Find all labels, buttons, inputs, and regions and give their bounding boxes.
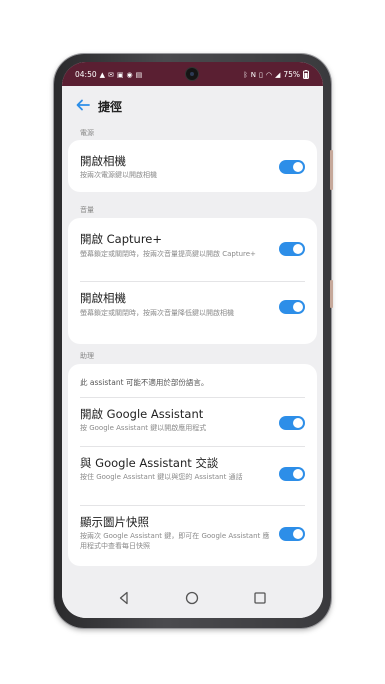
assistant-card: 此 assistant 可能不適用於部份語言。 開啟 Google Assist… [68, 364, 317, 566]
battery-percent: 75% [283, 70, 300, 79]
signal-icon: ◢ [274, 70, 281, 79]
assistant-note: 此 assistant 可能不適用於部份語言。 [80, 378, 209, 387]
page-title: 捷徑 [98, 100, 123, 114]
bluetooth-icon: ᛒ [243, 70, 248, 79]
status-time: 04:50 [75, 70, 97, 79]
back-arrow-icon[interactable] [74, 96, 92, 114]
setting-open-camera-volume[interactable]: 開啟相機 螢幕鎖定或關閉時，按兩次音量降低鍵以開啟相機 [68, 282, 317, 344]
power-button [330, 280, 333, 308]
warning-icon: ▲ [99, 70, 106, 79]
section-label-assistant: 助理 [80, 352, 94, 360]
setting-description: 按兩次電源鍵以開啟相機 [80, 171, 157, 179]
setting-show-snapshot[interactable]: 顯示圖片快照 按兩次 Google Assistant 鍵，即可在 Google… [68, 506, 317, 566]
battery-icon [303, 70, 309, 79]
app-header: 捷徑 [62, 86, 323, 126]
vibrate-icon: ▯ [258, 70, 263, 79]
status-bar: 04:50 ▲ ✉ ▣ ◉ ▤ ᛒ N ▯ ◠ ◢ 75% [62, 62, 323, 86]
setting-title: 與 Google Assistant 交談 [80, 456, 219, 470]
setting-description: 螢幕鎖定或關閉時，按兩次音量降低鍵以開啟相機 [80, 309, 234, 317]
volume-card: 開啟 Capture+ 螢幕鎖定或關閉時，按兩次音量提高鍵以開啟 Capture… [68, 218, 317, 344]
setting-open-google-assistant[interactable]: 開啟 Google Assistant 按 Google Assistant 鍵… [68, 398, 317, 446]
back-icon[interactable] [116, 590, 132, 606]
setting-description: 螢幕鎖定或關閉時，按兩次音量提高鍵以開啟 Capture+ [80, 250, 256, 258]
toggle-switch[interactable] [279, 300, 305, 314]
voicemail-icon: ▣ [116, 70, 124, 79]
screen: 04:50 ▲ ✉ ▣ ◉ ▤ ᛒ N ▯ ◠ ◢ 75% 捷徑 電源 開啟相機… [62, 62, 323, 618]
toggle-switch[interactable] [279, 467, 305, 481]
setting-open-camera-power[interactable]: 開啟相機 按兩次電源鍵以開啟相機 [68, 140, 317, 192]
toggle-switch[interactable] [279, 416, 305, 430]
toggle-switch[interactable] [279, 160, 305, 174]
message-icon: ▤ [135, 70, 143, 79]
volume-button [330, 150, 333, 190]
mail-icon: ✉ [108, 70, 114, 79]
setting-description: 按 Google Assistant 鍵以開啟應用程式 [80, 424, 207, 432]
setting-description: 按兩次 Google Assistant 鍵，即可在 Google Assist… [80, 532, 270, 550]
setting-title: 顯示圖片快照 [80, 515, 149, 529]
setting-description: 按住 Google Assistant 鍵以與您的 Assistant 通話 [80, 473, 243, 481]
setting-title: 開啟 Capture+ [80, 232, 163, 246]
section-label-power: 電源 [80, 129, 94, 137]
setting-title: 開啟 Google Assistant [80, 407, 204, 421]
home-icon[interactable] [184, 590, 200, 606]
toggle-switch[interactable] [279, 527, 305, 541]
setting-open-capture-plus[interactable]: 開啟 Capture+ 螢幕鎖定或關閉時，按兩次音量提高鍵以開啟 Capture… [68, 218, 317, 280]
section-label-volume: 音量 [80, 206, 94, 214]
recents-icon[interactable] [252, 590, 268, 606]
setting-title: 開啟相機 [80, 291, 126, 305]
setting-title: 開啟相機 [80, 154, 126, 168]
front-camera [186, 68, 198, 80]
wifi-icon: ◠ [265, 70, 272, 79]
setting-talk-to-google-assistant[interactable]: 與 Google Assistant 交談 按住 Google Assistan… [68, 447, 317, 505]
toggle-switch[interactable] [279, 242, 305, 256]
navigation-bar [62, 578, 323, 618]
power-card: 開啟相機 按兩次電源鍵以開啟相機 [68, 140, 317, 192]
chat-icon: ◉ [126, 70, 133, 79]
nfc-icon: N [250, 70, 256, 79]
